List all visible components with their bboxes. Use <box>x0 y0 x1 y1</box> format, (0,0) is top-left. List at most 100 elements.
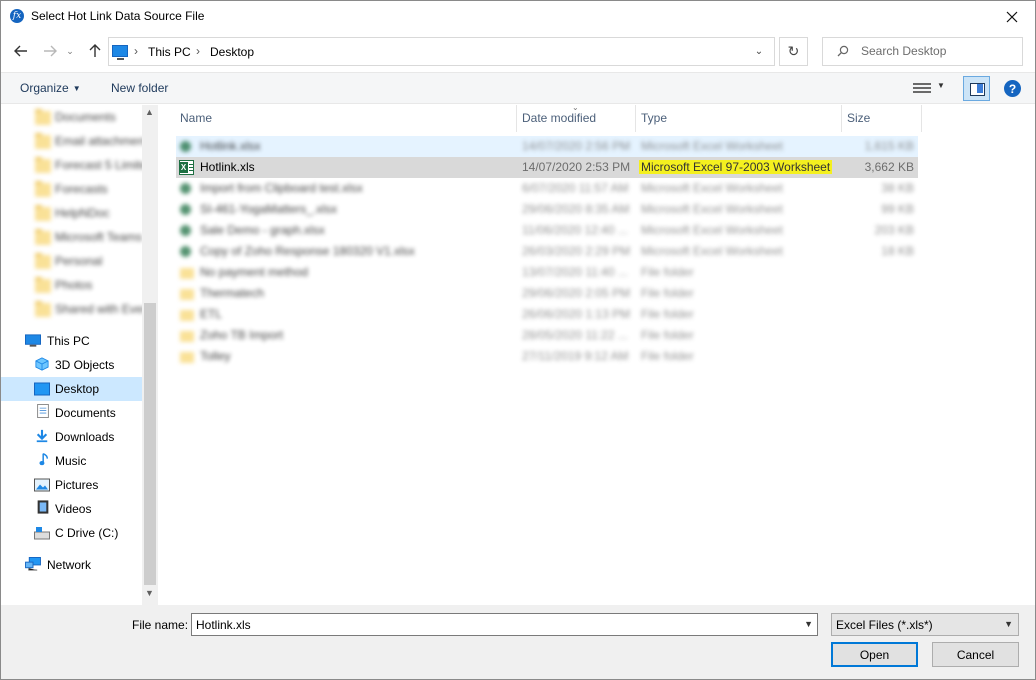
pictures-icon <box>34 478 50 492</box>
nav-item-label: C Drive (C:) <box>55 526 119 540</box>
folder-row[interactable]: Zoho TB Import 28/05/2020 11:22 ... File… <box>176 325 918 346</box>
nav-item-desktop[interactable]: Desktop <box>1 377 142 401</box>
help-icon: ? <box>1008 81 1017 96</box>
folder-row[interactable]: Thermatech 29/06/2020 2:05 PM File folde… <box>176 283 918 304</box>
breadcrumb-this-pc[interactable]: This PC <box>148 45 191 59</box>
up-arrow-icon <box>89 44 101 57</box>
file-size: 38 KB <box>881 181 914 195</box>
file-date: 13/07/2020 11:40 ... <box>522 265 628 279</box>
nav-scrollbar[interactable]: ▲ ▼ <box>142 105 158 605</box>
preview-pane-button[interactable] <box>963 76 990 101</box>
file-name: Sale Demo - graph.xlsx <box>200 223 325 237</box>
file-row[interactable]: SI-461-YogaMatters_.xlsx 29/06/2020 8:35… <box>176 199 918 220</box>
column-header-type[interactable]: Type <box>635 105 841 132</box>
column-divider[interactable] <box>921 105 922 132</box>
cancel-button[interactable]: Cancel <box>932 642 1019 667</box>
nav-item-label: This PC <box>47 334 90 348</box>
nav-item-quick-folder[interactable]: Documents <box>1 105 142 129</box>
search-box[interactable] <box>822 37 1023 66</box>
nav-item-videos[interactable]: Videos <box>1 497 142 521</box>
folder-icon <box>35 277 51 293</box>
nav-item-quick-folder[interactable]: Forecast 5 Limited <box>1 153 154 177</box>
file-name-label: File name: <box>132 618 189 632</box>
recent-locations-button[interactable]: ⌄ <box>63 40 77 62</box>
file-row[interactable]: Sale Demo - graph.xlsx 11/06/2020 12:40 … <box>176 220 918 241</box>
file-name-field[interactable]: Hotlink.xls <box>196 618 251 632</box>
nav-item-quick-folder[interactable]: Photos <box>1 273 142 297</box>
file-name: No payment method <box>200 265 309 279</box>
file-type: Microsoft Excel Worksheet <box>641 244 783 258</box>
nav-item-downloads[interactable]: Downloads <box>1 425 142 449</box>
breadcrumb-desktop[interactable]: Desktop <box>210 45 254 59</box>
organize-menu[interactable]: Organize ▼ <box>20 81 81 95</box>
drive-icon <box>34 527 50 540</box>
view-options-button[interactable] <box>913 81 931 95</box>
refresh-button[interactable]: ↻ <box>779 37 808 66</box>
open-button[interactable]: Open <box>831 642 918 667</box>
file-type: File folder <box>641 286 694 300</box>
blurred-row-content: Sale Demo - graph.xlsx 11/06/2020 12:40 … <box>176 220 918 241</box>
search-input[interactable] <box>861 44 1016 58</box>
column-header-name[interactable]: Name <box>174 105 516 132</box>
folder-icon <box>35 109 51 125</box>
close-button[interactable] <box>989 1 1035 32</box>
nav-item-quick-folder[interactable]: Personal <box>1 249 142 273</box>
address-dropdown-button[interactable]: ⌄ <box>749 37 769 66</box>
nav-item-c-drive[interactable]: C Drive (C:) <box>1 521 142 545</box>
nav-item-label: Forecasts <box>55 182 108 196</box>
file-type-filter[interactable]: Excel Files (*.xls*) ▼ <box>831 613 1019 636</box>
column-header-label: Type <box>641 111 668 125</box>
chevron-down-icon[interactable]: ▼ <box>804 619 813 629</box>
file-row-hotlink-xls[interactable]: Hotlink.xls 14/07/2020 2:53 PM Microsoft… <box>176 157 918 178</box>
file-row[interactable]: Hotlink.xlsx 14/07/2020 2:56 PM Microsof… <box>176 136 918 157</box>
dialog-footer: File name: Hotlink.xls ▼ Excel Files (*.… <box>1 605 1035 679</box>
folder-row[interactable]: Tolley 27/11/2019 9:12 AM File folder <box>176 346 918 367</box>
file-date: 29/06/2020 2:05 PM <box>522 286 631 300</box>
nav-item-quick-folder[interactable]: HelpNDoc <box>1 201 142 225</box>
app-icon: fx <box>10 9 24 23</box>
nav-item-label: Photos <box>55 278 93 292</box>
nav-item-network[interactable]: Network <box>1 553 142 577</box>
nav-item-pictures[interactable]: Pictures <box>1 473 142 497</box>
scroll-thumb[interactable] <box>144 303 156 585</box>
nav-item-quick-folder[interactable]: Email attachments <box>1 129 154 153</box>
file-size: 3,662 KB <box>864 160 914 174</box>
forward-button[interactable] <box>39 40 61 62</box>
file-size: 203 KB <box>874 223 914 237</box>
view-dropdown-button[interactable]: ▼ <box>937 81 945 90</box>
file-name-combo[interactable]: Hotlink.xls ▼ <box>191 613 818 636</box>
new-folder-button[interactable]: New folder <box>111 81 168 95</box>
nav-item-quick-folder[interactable]: Forecasts <box>1 177 142 201</box>
help-button[interactable]: ? <box>1004 80 1021 97</box>
3d-objects-icon <box>35 357 49 371</box>
blurred-row-content: Zoho TB Import 28/05/2020 11:22 ... File… <box>176 325 918 346</box>
blurred-row-content: SI-461-YogaMatters_.xlsx 29/06/2020 8:35… <box>176 199 918 220</box>
column-header-date[interactable]: Date modified <box>516 105 635 132</box>
close-icon <box>1006 11 1018 22</box>
column-header-label: Size <box>847 111 871 125</box>
nav-item-3d-objects[interactable]: 3D Objects <box>1 353 142 377</box>
videos-icon <box>37 500 49 514</box>
blurred-row-content: Copy of Zoho Response 180320 V1.xlsx 26/… <box>176 241 918 262</box>
file-date: 26/06/2020 1:13 PM <box>522 307 631 321</box>
folder-row[interactable]: No payment method 13/07/2020 11:40 ... F… <box>176 262 918 283</box>
file-row[interactable]: Copy of Zoho Response 180320 V1.xlsx 26/… <box>176 241 918 262</box>
nav-item-quick-folder[interactable]: Microsoft Teams <box>1 225 142 249</box>
scroll-down-icon[interactable]: ▼ <box>145 588 154 598</box>
breadcrumb-separator[interactable]: › <box>196 44 200 58</box>
command-bar: Organize ▼ New folder ▼ ? <box>1 72 1035 104</box>
folder-row[interactable]: ETL 26/06/2020 1:13 PM File folder <box>176 304 918 325</box>
breadcrumb-separator[interactable]: › <box>134 44 138 58</box>
nav-item-label: Forecast 5 Limited <box>55 158 154 172</box>
up-button[interactable] <box>84 40 106 62</box>
file-date: 11/06/2020 12:40 ... <box>522 223 628 237</box>
back-button[interactable] <box>10 40 32 62</box>
nav-item-this-pc[interactable]: This PC <box>1 329 142 353</box>
address-bar[interactable]: › This PC › Desktop <box>108 37 775 66</box>
nav-item-quick-folder[interactable]: Shared with Everyone <box>1 297 172 321</box>
nav-item-music[interactable]: Music <box>1 449 142 473</box>
file-row[interactable]: Import from Clipboard test.xlsx 6/07/202… <box>176 178 918 199</box>
column-header-size[interactable]: Size <box>841 105 921 132</box>
nav-item-documents[interactable]: Documents <box>1 401 142 425</box>
scroll-up-icon[interactable]: ▲ <box>145 107 154 117</box>
